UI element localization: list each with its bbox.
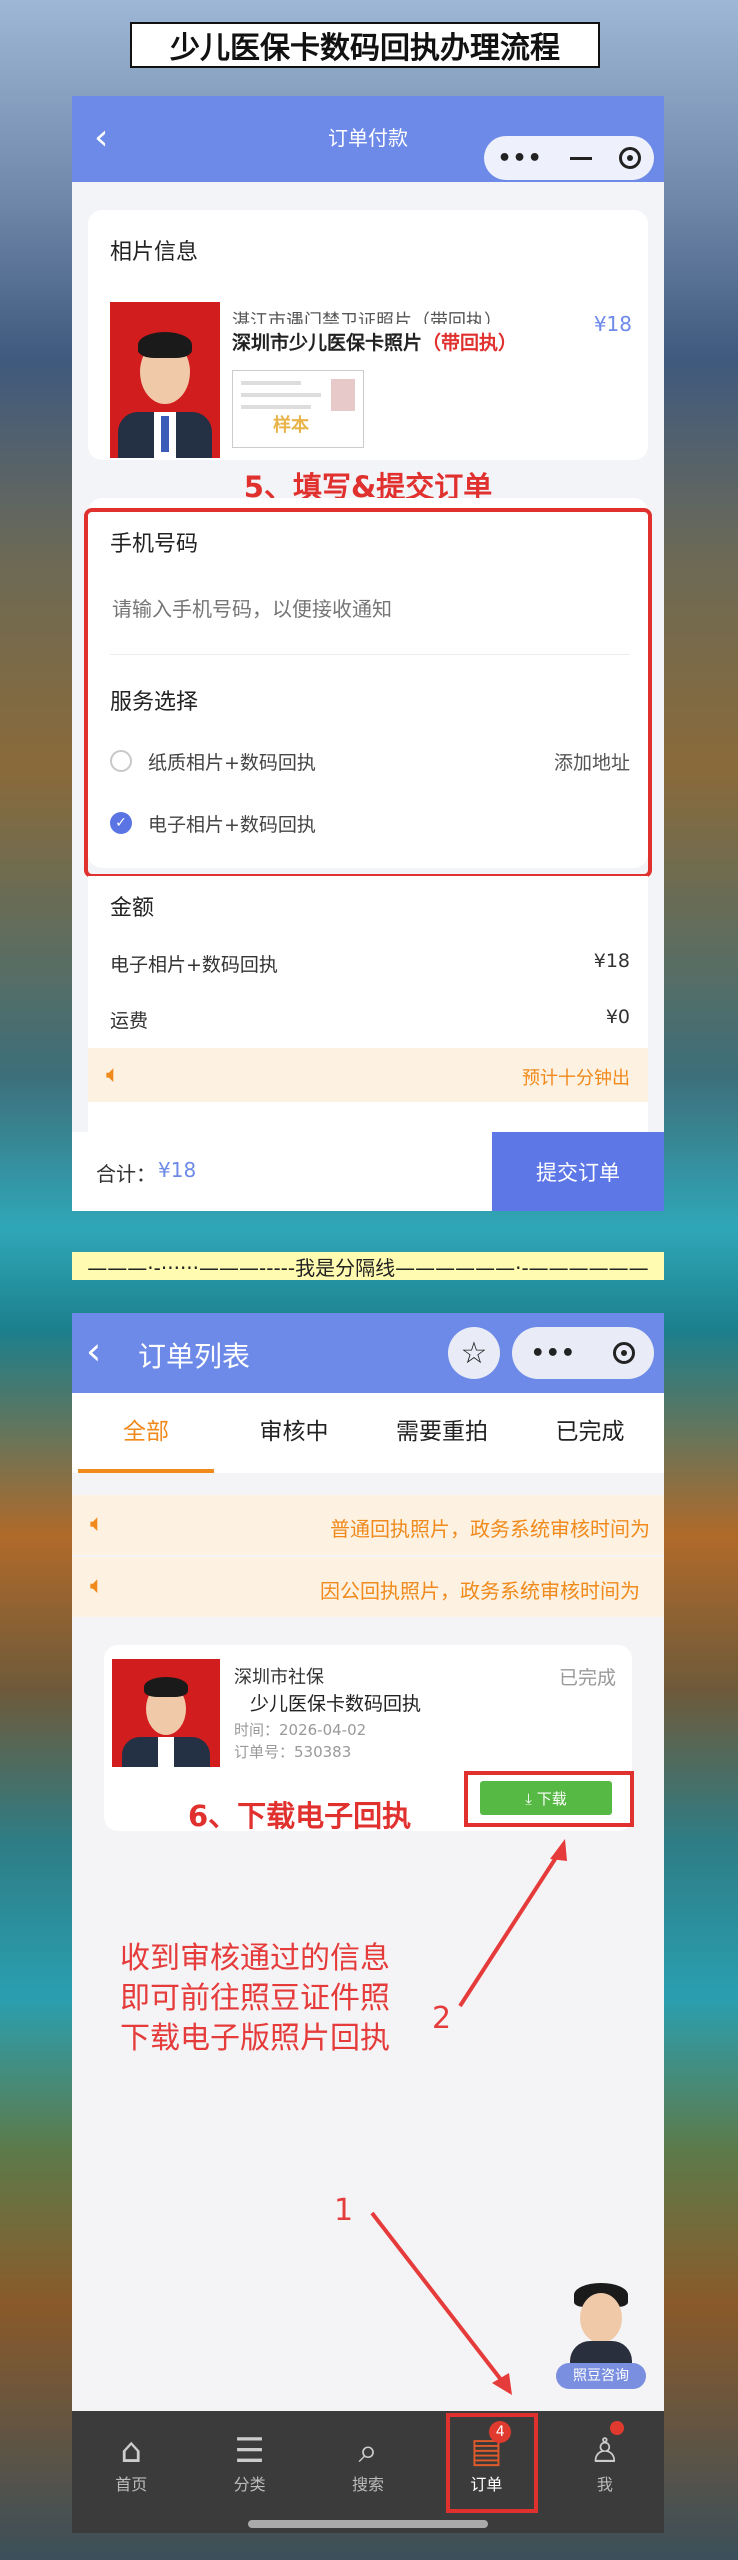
minimize-icon[interactable] — [569, 156, 592, 160]
mini-program-capsule: ••• — [484, 136, 654, 180]
home-indicator — [248, 2520, 488, 2528]
speaker-icon: 🔈︎ — [106, 1060, 121, 1088]
product-name-main: 深圳市少儿医保卡照片 — [232, 332, 423, 354]
arrow-1-head — [492, 2373, 512, 2395]
sample-thumb — [331, 379, 355, 411]
arrow-1-line — [370, 2211, 504, 2383]
photo-info-card: 相片信息 湛江市遇门禁卫证照片（带回执） 深圳市少儿医保卡照片（带回执） ¥18… — [88, 210, 648, 460]
photo-hair — [138, 332, 192, 358]
bottom-tab-bar: ⌂ 首页 ☰ 分类 ⌕ 搜索 ▤ 订单 4 ♙ 我 — [72, 2411, 664, 2533]
tabbar-label: 搜索 — [352, 2475, 385, 2494]
shipping-label: 运费 — [110, 1010, 149, 1032]
user-icon: ♙ — [589, 2431, 621, 2471]
amount-card: 金额 电子相片+数码回执 ¥18 运费 ¥0 — [88, 876, 648, 1146]
sample-line — [241, 393, 321, 397]
search-icon: ⌕ — [358, 2431, 378, 2471]
avatar-face — [580, 2293, 622, 2343]
marker-2: 2 — [432, 2001, 452, 2036]
amount-label: 金额 — [110, 896, 155, 921]
consult-avatar[interactable]: 照豆咨询 — [556, 2273, 646, 2393]
arrow-2-line — [458, 1851, 561, 2008]
photo-section-title: 相片信息 — [110, 240, 199, 265]
tabbar-home[interactable]: ⌂ 首页 — [72, 2411, 190, 2533]
product-name-ghost: 湛江市遇门禁卫证照片（带回执） — [232, 311, 502, 324]
orders-tab-highlight-box — [446, 2413, 538, 2513]
sample-stamp: 样本 — [273, 415, 309, 436]
total-label: 合计： — [96, 1162, 156, 1186]
marker-1: 1 — [334, 2193, 354, 2228]
home-icon: ⌂ — [120, 2431, 142, 2471]
order-list-screen: ‹ 订单列表 ☆ ••• 全部 审核中 需要重拍 已完成 🔈︎ 普通回执照片，政… — [72, 1313, 664, 2533]
checkout-bar: 合计： ¥18 提交订单 — [72, 1132, 664, 1211]
id-photo — [110, 302, 220, 458]
tabbar-label: 我 — [596, 2475, 613, 2494]
notification-dot — [609, 2421, 624, 2435]
annotation-line: 下载电子版照片回执 — [120, 2021, 390, 2056]
nav-bar: ‹ 订单付款 ••• — [72, 96, 664, 182]
tabbar-me[interactable]: ♙ 我 — [546, 2411, 664, 2533]
receipt-sample-image: 样本 — [232, 370, 364, 448]
tabbar-label: 分类 — [233, 2475, 266, 2494]
close-target-icon[interactable] — [618, 147, 641, 169]
annotation-line: 收到审核通过的信息 — [120, 1941, 390, 1976]
notice-text: 预计十分钟出 — [522, 1068, 630, 1089]
shipping-value: ¥0 — [605, 1006, 630, 1028]
order-payment-screen: ‹ 订单付款 ••• 相片信息 湛江市遇门禁卫证照片（带回执） 深圳市少儿医保卡… — [72, 96, 664, 1211]
annotation-line: 即可前往照豆证件照 — [120, 1981, 390, 2016]
category-icon: ☰ — [234, 2431, 265, 2471]
product-name: 深圳市少儿医保卡照片（带回执） — [232, 328, 517, 355]
product-name-suffix: （带回执） — [422, 332, 518, 354]
page-banner-title: 少儿医保卡数码回执办理流程 — [130, 22, 600, 68]
separator-banner: ———·-······———-----我是分隔线——————·-—————— — [72, 1252, 664, 1280]
annotation-text: 收到审核通过的信息 即可前往照豆证件照 下载电子版照片回执 — [120, 1939, 390, 2059]
consult-button[interactable]: 照豆咨询 — [556, 2363, 646, 2389]
more-icon[interactable]: ••• — [497, 146, 542, 171]
amount-row-label: 电子相片+数码回执 — [110, 954, 278, 976]
sample-line — [241, 381, 301, 385]
arrow-2-head — [550, 1839, 567, 1861]
sample-line — [241, 405, 311, 409]
tabbar-search[interactable]: ⌕ 搜索 — [309, 2411, 427, 2533]
photo-tie — [161, 416, 169, 452]
notice-bar: 🔈︎ 预计十分钟出 — [88, 1048, 648, 1102]
tabbar-label: 首页 — [115, 2475, 148, 2494]
step-5-highlight-box — [84, 508, 652, 878]
amount-row-value: ¥18 — [593, 950, 630, 972]
submit-order-button[interactable]: 提交订单 — [492, 1132, 664, 1211]
tabbar-category[interactable]: ☰ 分类 — [190, 2411, 308, 2533]
total-value: ¥18 — [158, 1158, 197, 1182]
product-price: ¥18 — [593, 312, 632, 336]
